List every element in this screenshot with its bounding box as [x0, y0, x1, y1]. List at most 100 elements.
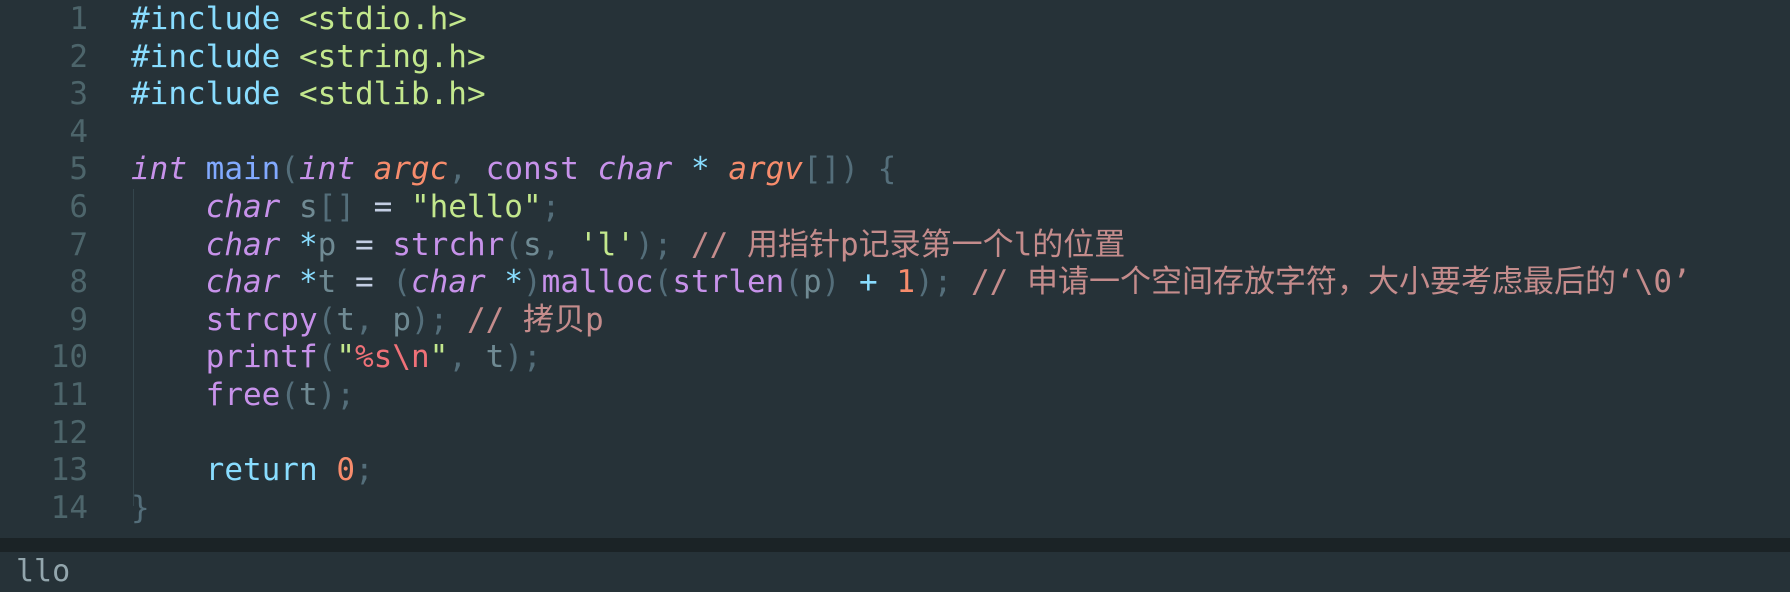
code-token: = — [336, 226, 393, 263]
code-token: ( — [317, 339, 337, 376]
line-code: #include <stdio.h> — [131, 0, 467, 38]
line-number: 6 — [69, 189, 88, 225]
line-number: 13 — [50, 452, 88, 489]
code-token: ; — [354, 452, 374, 489]
code-line[interactable]: 8 char *t = (char *)malloc(strlen(p) + 1… — [0, 263, 1790, 301]
code-editor[interactable]: 1 #include <stdio.h> 2 #include <string.h> 3… — [0, 0, 1790, 538]
code-token: int — [131, 151, 187, 188]
code-line[interactable]: 5 int main(int argc, const char * argv[])… — [0, 150, 1790, 188]
code-token: ( — [784, 264, 803, 301]
code-token: ); — [634, 226, 691, 263]
code-token: * — [504, 264, 523, 301]
line-code: char s[] = "hello"; — [131, 188, 561, 226]
code-token: ); — [504, 339, 542, 376]
code-token: #include — [131, 38, 281, 75]
code-token: strcpy — [205, 301, 318, 338]
code-token: = — [354, 189, 411, 225]
code-token: printf — [205, 339, 318, 376]
line-number: 14 — [50, 489, 88, 526]
code-token: p — [802, 264, 822, 301]
code-token: 'l' — [578, 226, 635, 263]
code-token: s — [522, 226, 542, 263]
code-token: , — [448, 151, 486, 188]
code-line[interactable]: 13 return 0; — [0, 451, 1790, 489]
code-token: "hello" — [410, 189, 542, 225]
console-panel[interactable]: llo — [0, 552, 1790, 592]
line-code: strcpy(t, p); // 拷贝p — [131, 301, 604, 339]
panel-divider[interactable] — [0, 538, 1790, 552]
line-number: 11 — [50, 377, 88, 413]
code-token: ); — [915, 264, 971, 301]
code-token: // 申请一个空间存放字符，大小要考虑最后的‘\0’ — [971, 264, 1691, 301]
code-line[interactable]: 1 #include <stdio.h> — [0, 0, 1790, 38]
code-line[interactable]: 11 free(t); — [0, 376, 1790, 414]
line-code: #include <stdlib.h> — [131, 75, 486, 113]
line-code: free(t); — [131, 376, 355, 414]
code-token: p — [392, 301, 411, 338]
code-line[interactable]: 3 #include <stdlib.h> — [0, 75, 1790, 113]
code-token: + — [858, 264, 878, 301]
code-token: = — [336, 264, 393, 301]
code-token: malloc — [541, 264, 654, 301]
code-line[interactable]: 7 char *p = strchr(s, 'l'); // 用指针p记录第一个… — [0, 226, 1790, 264]
code-token: return — [205, 452, 318, 489]
code-token: } — [131, 489, 150, 526]
code-token: const — [485, 151, 579, 188]
line-number: 4 — [69, 113, 88, 150]
code-token: ( — [317, 301, 337, 338]
code-token: ) — [523, 264, 542, 301]
code-token: p — [317, 226, 337, 263]
code-token: s — [298, 189, 318, 225]
code-token: t — [336, 301, 355, 338]
code-token: #include — [131, 76, 281, 113]
code-line[interactable]: 9 strcpy(t, p); // 拷贝p — [0, 301, 1790, 339]
code-line[interactable]: 10 printf("%s\n", t); — [0, 338, 1790, 376]
code-token: ( — [392, 264, 411, 301]
code-token: strchr — [392, 226, 505, 263]
code-token: <stdio.h> — [298, 1, 467, 37]
console-output: llo — [16, 554, 71, 589]
line-number: 12 — [50, 414, 88, 451]
line-number: 10 — [50, 339, 88, 376]
line-code: char *t = (char *)malloc(strlen(p) + 1);… — [131, 263, 1691, 301]
code-token: ( — [504, 226, 523, 263]
code-token: * — [298, 264, 318, 301]
line-number: 8 — [69, 264, 88, 301]
code-token: , — [448, 339, 486, 376]
code-line[interactable]: 2 #include <string.h> — [0, 38, 1790, 76]
code-token: ); — [317, 377, 355, 413]
code-line[interactable]: 4 — [0, 113, 1790, 151]
line-code: #include <string.h> — [131, 38, 486, 76]
line-number: 7 — [69, 226, 88, 263]
code-token: [] — [317, 189, 355, 225]
code-token: <string.h> — [298, 38, 486, 75]
line-number: 9 — [69, 301, 88, 338]
code-token: ); — [410, 301, 467, 338]
code-token: ( — [280, 377, 299, 413]
code-token: // 用指针p记录第一个l的位置 — [690, 226, 1126, 263]
code-line[interactable]: 12 — [0, 414, 1790, 452]
line-number: 1 — [69, 1, 88, 37]
code-token: []) { — [802, 151, 897, 188]
code-token: %s\n — [354, 339, 430, 376]
code-token: ; — [541, 189, 561, 225]
code-line[interactable]: 14} — [0, 489, 1790, 527]
code-line[interactable]: 6 char s[] = "hello"; — [0, 188, 1790, 226]
line-code: printf("%s\n", t); — [131, 338, 542, 376]
code-token: , — [354, 301, 393, 338]
code-token: t — [317, 264, 337, 301]
line-code: char *p = strchr(s, 'l'); // 用指针p记录第一个l的… — [131, 226, 1126, 264]
